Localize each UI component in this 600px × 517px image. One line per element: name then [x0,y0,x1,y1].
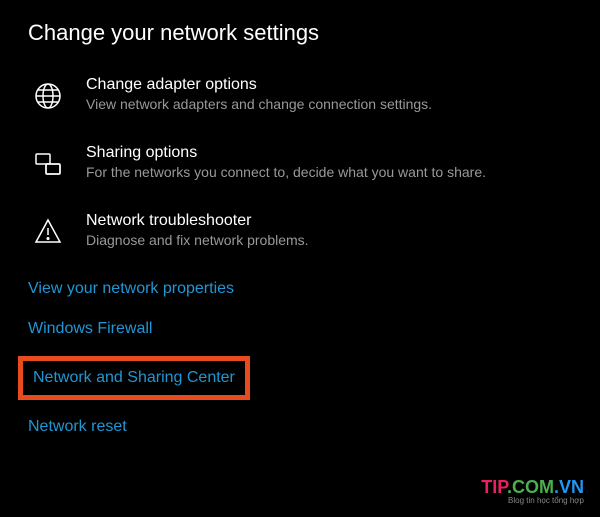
view-network-properties-link[interactable]: View your network properties [28,280,234,298]
sharing-options-item[interactable]: Sharing options For the networks you con… [28,144,572,184]
network-reset-link[interactable]: Network reset [28,418,127,436]
setting-subtitle: For the networks you connect to, decide … [86,164,572,180]
warning-triangle-icon [28,212,68,252]
setting-title: Network troubleshooter [86,212,572,230]
globe-icon [28,76,68,116]
setting-text: Change adapter options View network adap… [86,76,572,112]
page-title: Change your network settings [28,20,572,46]
windows-firewall-link[interactable]: Windows Firewall [28,320,152,338]
change-adapter-options-item[interactable]: Change adapter options View network adap… [28,76,572,116]
setting-text: Sharing options For the networks you con… [86,144,572,180]
setting-title: Sharing options [86,144,572,162]
watermark-brand: TIP.COM.VN [481,477,584,498]
highlighted-selection: Network and Sharing Center [18,356,250,400]
setting-title: Change adapter options [86,76,572,94]
sharing-icon [28,144,68,184]
network-sharing-center-link[interactable]: Network and Sharing Center [33,369,235,387]
setting-subtitle: View network adapters and change connect… [86,96,572,112]
watermark: TIP.COM.VN Blog tin học tổng hợp [481,477,584,505]
setting-subtitle: Diagnose and fix network problems. [86,232,572,248]
setting-text: Network troubleshooter Diagnose and fix … [86,212,572,248]
network-troubleshooter-item[interactable]: Network troubleshooter Diagnose and fix … [28,212,572,252]
